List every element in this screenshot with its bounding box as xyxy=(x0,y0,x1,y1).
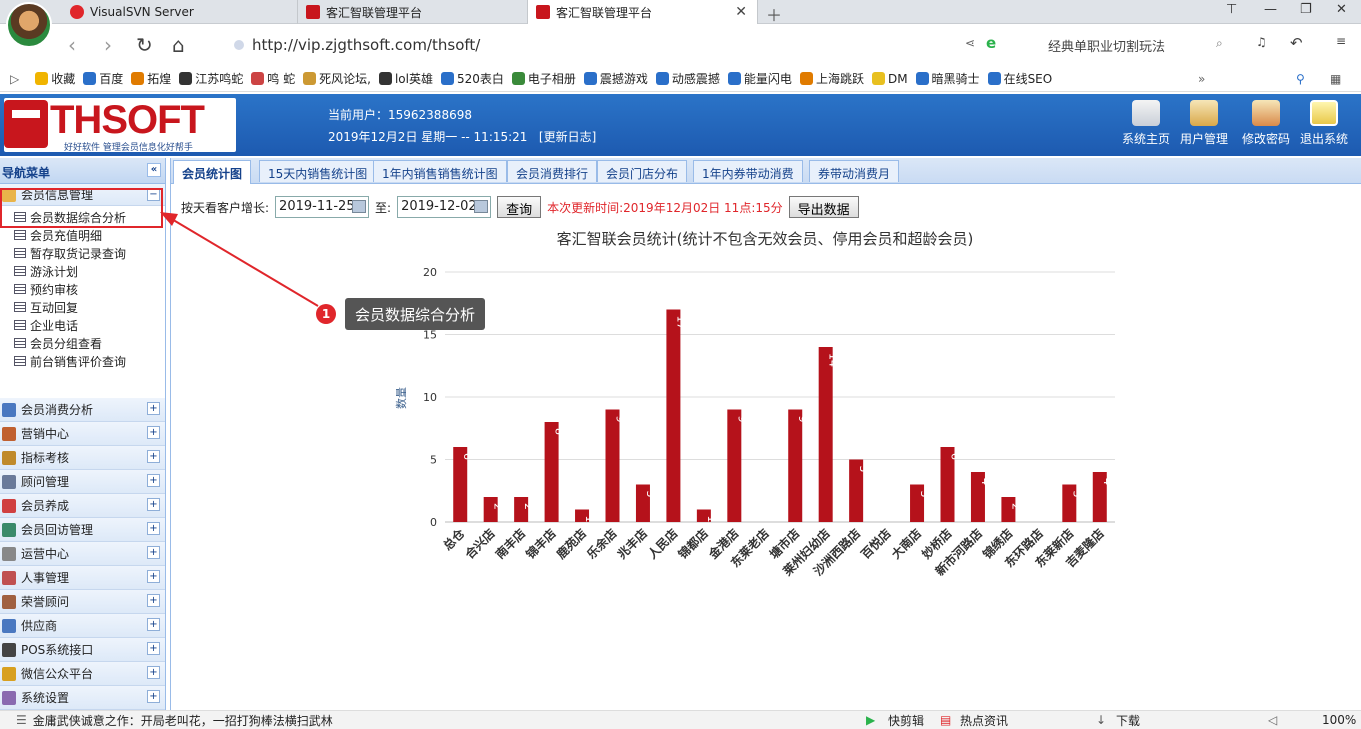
news-ticker[interactable]: 金庸武侠诚意之作：开局老叫花，一招打狗棒法横扫武林 xyxy=(33,712,333,729)
user-avatar[interactable] xyxy=(6,2,52,48)
callout-arrow xyxy=(160,212,319,307)
status-item[interactable]: 热点资讯 xyxy=(960,712,1008,729)
status-bar: ☰ 金庸武侠诚意之作：开局老叫花，一招打狗棒法横扫武林 ▶ 快剪辑 ▤ 热点资讯… xyxy=(0,710,1361,729)
status-item[interactable]: 下载 xyxy=(1116,712,1140,729)
callout-label: 会员数据综合分析 xyxy=(345,298,486,330)
status-item[interactable]: 快剪辑 xyxy=(888,712,924,729)
volume-icon[interactable]: ◁ xyxy=(1268,713,1277,727)
zoom-level[interactable]: 100% xyxy=(1322,713,1356,727)
download-icon: ↓ xyxy=(1096,713,1107,727)
video-edit-icon: ▶ xyxy=(866,713,876,727)
news-hot-icon: ▤ xyxy=(940,713,952,727)
callout-number: 1 xyxy=(316,304,336,324)
news-icon: ☰ xyxy=(16,713,27,727)
